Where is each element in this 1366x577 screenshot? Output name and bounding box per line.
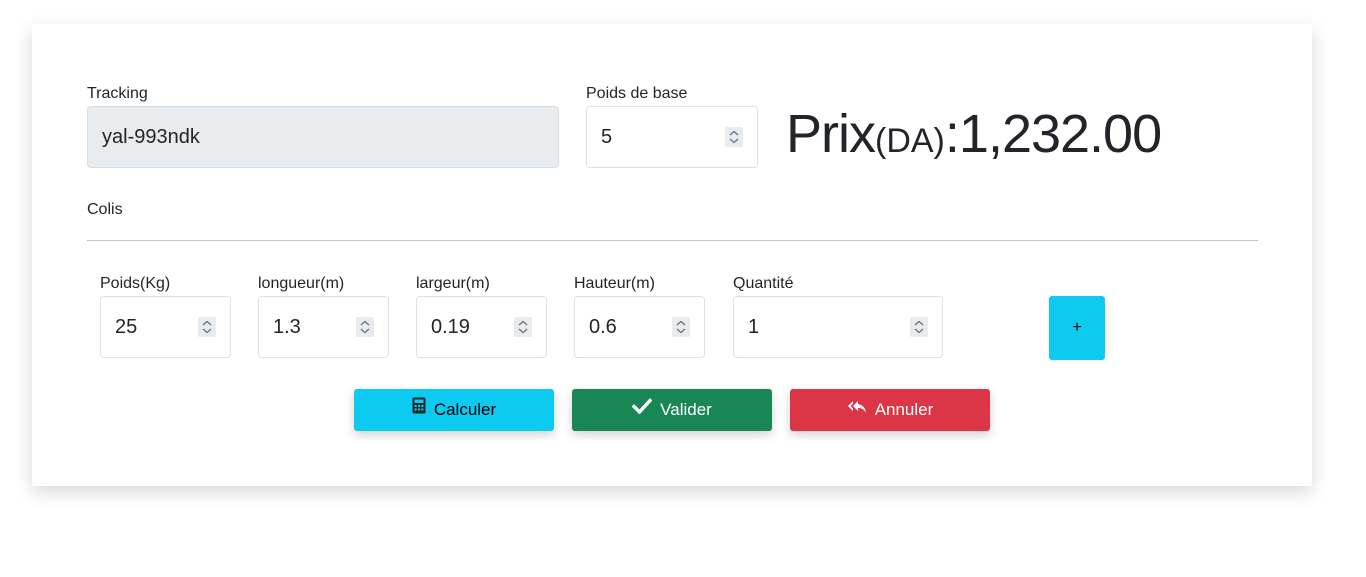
colis-section-label: Colis [87,201,123,218]
calculate-label: Calculer [433,400,497,419]
cancel-button[interactable]: Annuler [790,389,990,431]
check-icon [631,388,653,430]
colis-quantity-value: 1 [748,316,760,338]
cancel-label: Annuler [874,400,934,419]
calculator-icon [412,388,426,430]
price-unit: (DA) [875,122,945,160]
colis-weight-input[interactable]: 25 [100,296,231,358]
base-weight-value: 5 [601,126,613,148]
colis-quantity-label: Quantité [733,275,794,292]
calculate-button[interactable]: Calculer [354,389,554,431]
colis-weight-label: Poids(Kg) [100,275,171,292]
tracking-label: Tracking [87,85,148,102]
colis-height-input[interactable]: 0.6 [574,296,705,358]
reply-all-icon [847,388,867,430]
base-weight-label: Poids de base [586,85,688,102]
add-colis-button[interactable]: + [1049,296,1105,360]
spinner-arrows-icon[interactable] [514,317,532,337]
spinner-arrows-icon[interactable] [725,127,743,147]
colis-height-label: Hauteur(m) [574,275,655,292]
colis-quantity-input[interactable]: 1 [733,296,943,358]
colis-length-value: 1.3 [273,316,301,338]
colis-weight-value: 25 [115,316,138,338]
price-display: Prix(DA):1,232.00 [786,104,1162,171]
base-weight-input[interactable]: 5 [586,106,758,168]
colis-width-label: largeur(m) [416,275,490,292]
colis-height-value: 0.6 [589,316,617,338]
validate-button[interactable]: Valider [572,389,772,431]
price-value: 1,232.00 [958,104,1162,164]
price-colon: : [944,104,960,164]
validate-label: Valider [660,400,712,419]
spinner-arrows-icon[interactable] [198,317,216,337]
colis-length-input[interactable]: 1.3 [258,296,389,358]
form-card: Tracking yal-993ndk Poids de base 5 Prix… [32,24,1312,486]
colis-width-input[interactable]: 0.19 [416,296,547,358]
price-prefix: Prix [786,104,876,164]
section-divider [87,240,1258,241]
spinner-arrows-icon[interactable] [672,317,690,337]
tracking-input: yal-993ndk [87,106,559,168]
colis-width-value: 0.19 [431,316,470,338]
colis-length-label: longueur(m) [258,275,345,292]
tracking-value: yal-993ndk [102,126,200,148]
spinner-arrows-icon[interactable] [910,317,928,337]
spinner-arrows-icon[interactable] [356,317,374,337]
